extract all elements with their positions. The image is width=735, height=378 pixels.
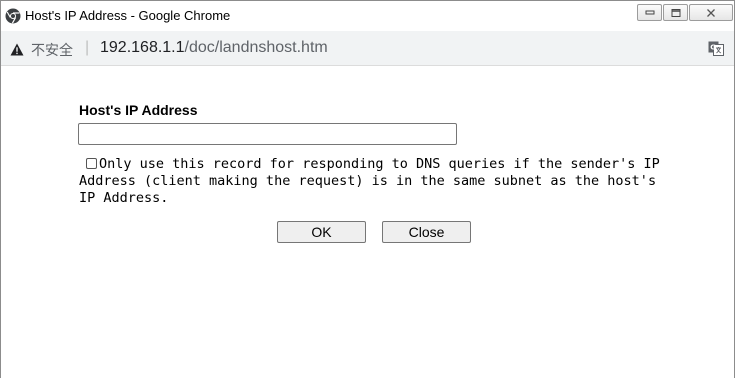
- same-subnet-label: Only use this record for responding to D…: [79, 156, 660, 206]
- dialog-buttons: OK Close: [277, 221, 471, 243]
- ok-button[interactable]: OK: [277, 221, 366, 243]
- chrome-icon: [5, 8, 21, 24]
- close-button[interactable]: Close: [382, 221, 471, 243]
- title-bar: Host's IP Address - Google Chrome: [1, 0, 734, 31]
- close-icon: [707, 8, 715, 17]
- same-subnet-checkbox[interactable]: [86, 158, 97, 169]
- host-ip-input[interactable]: [78, 123, 457, 145]
- minimize-button[interactable]: [637, 4, 662, 21]
- same-subnet-option: Only use this record for responding to D…: [79, 156, 669, 207]
- close-window-button[interactable]: [689, 4, 733, 21]
- translate-icon[interactable]: G: [708, 40, 724, 56]
- security-label[interactable]: 不安全: [31, 40, 73, 60]
- browser-window: Host's IP Address - Google Chrome 不安全 | …: [0, 0, 735, 378]
- caption-buttons: [636, 4, 734, 24]
- minimize-icon: [645, 10, 654, 14]
- maximize-button[interactable]: [663, 4, 688, 21]
- url-text[interactable]: 192.168.1.1/doc/landnshost.htm: [100, 39, 328, 57]
- maximize-icon: [671, 8, 680, 17]
- window-title: Host's IP Address - Google Chrome: [25, 8, 231, 23]
- page-content: Host's IP Address Only use this record f…: [1, 66, 734, 378]
- warning-icon[interactable]: [10, 41, 24, 56]
- address-separator: |: [85, 39, 90, 56]
- host-ip-label: Host's IP Address: [79, 102, 198, 118]
- url-host: 192.168.1.1: [100, 39, 185, 56]
- url-path: /doc/landnshost.htm: [184, 39, 328, 56]
- address-bar[interactable]: 不安全 | 192.168.1.1/doc/landnshost.htm G: [1, 31, 734, 66]
- svg-text:G: G: [710, 44, 716, 52]
